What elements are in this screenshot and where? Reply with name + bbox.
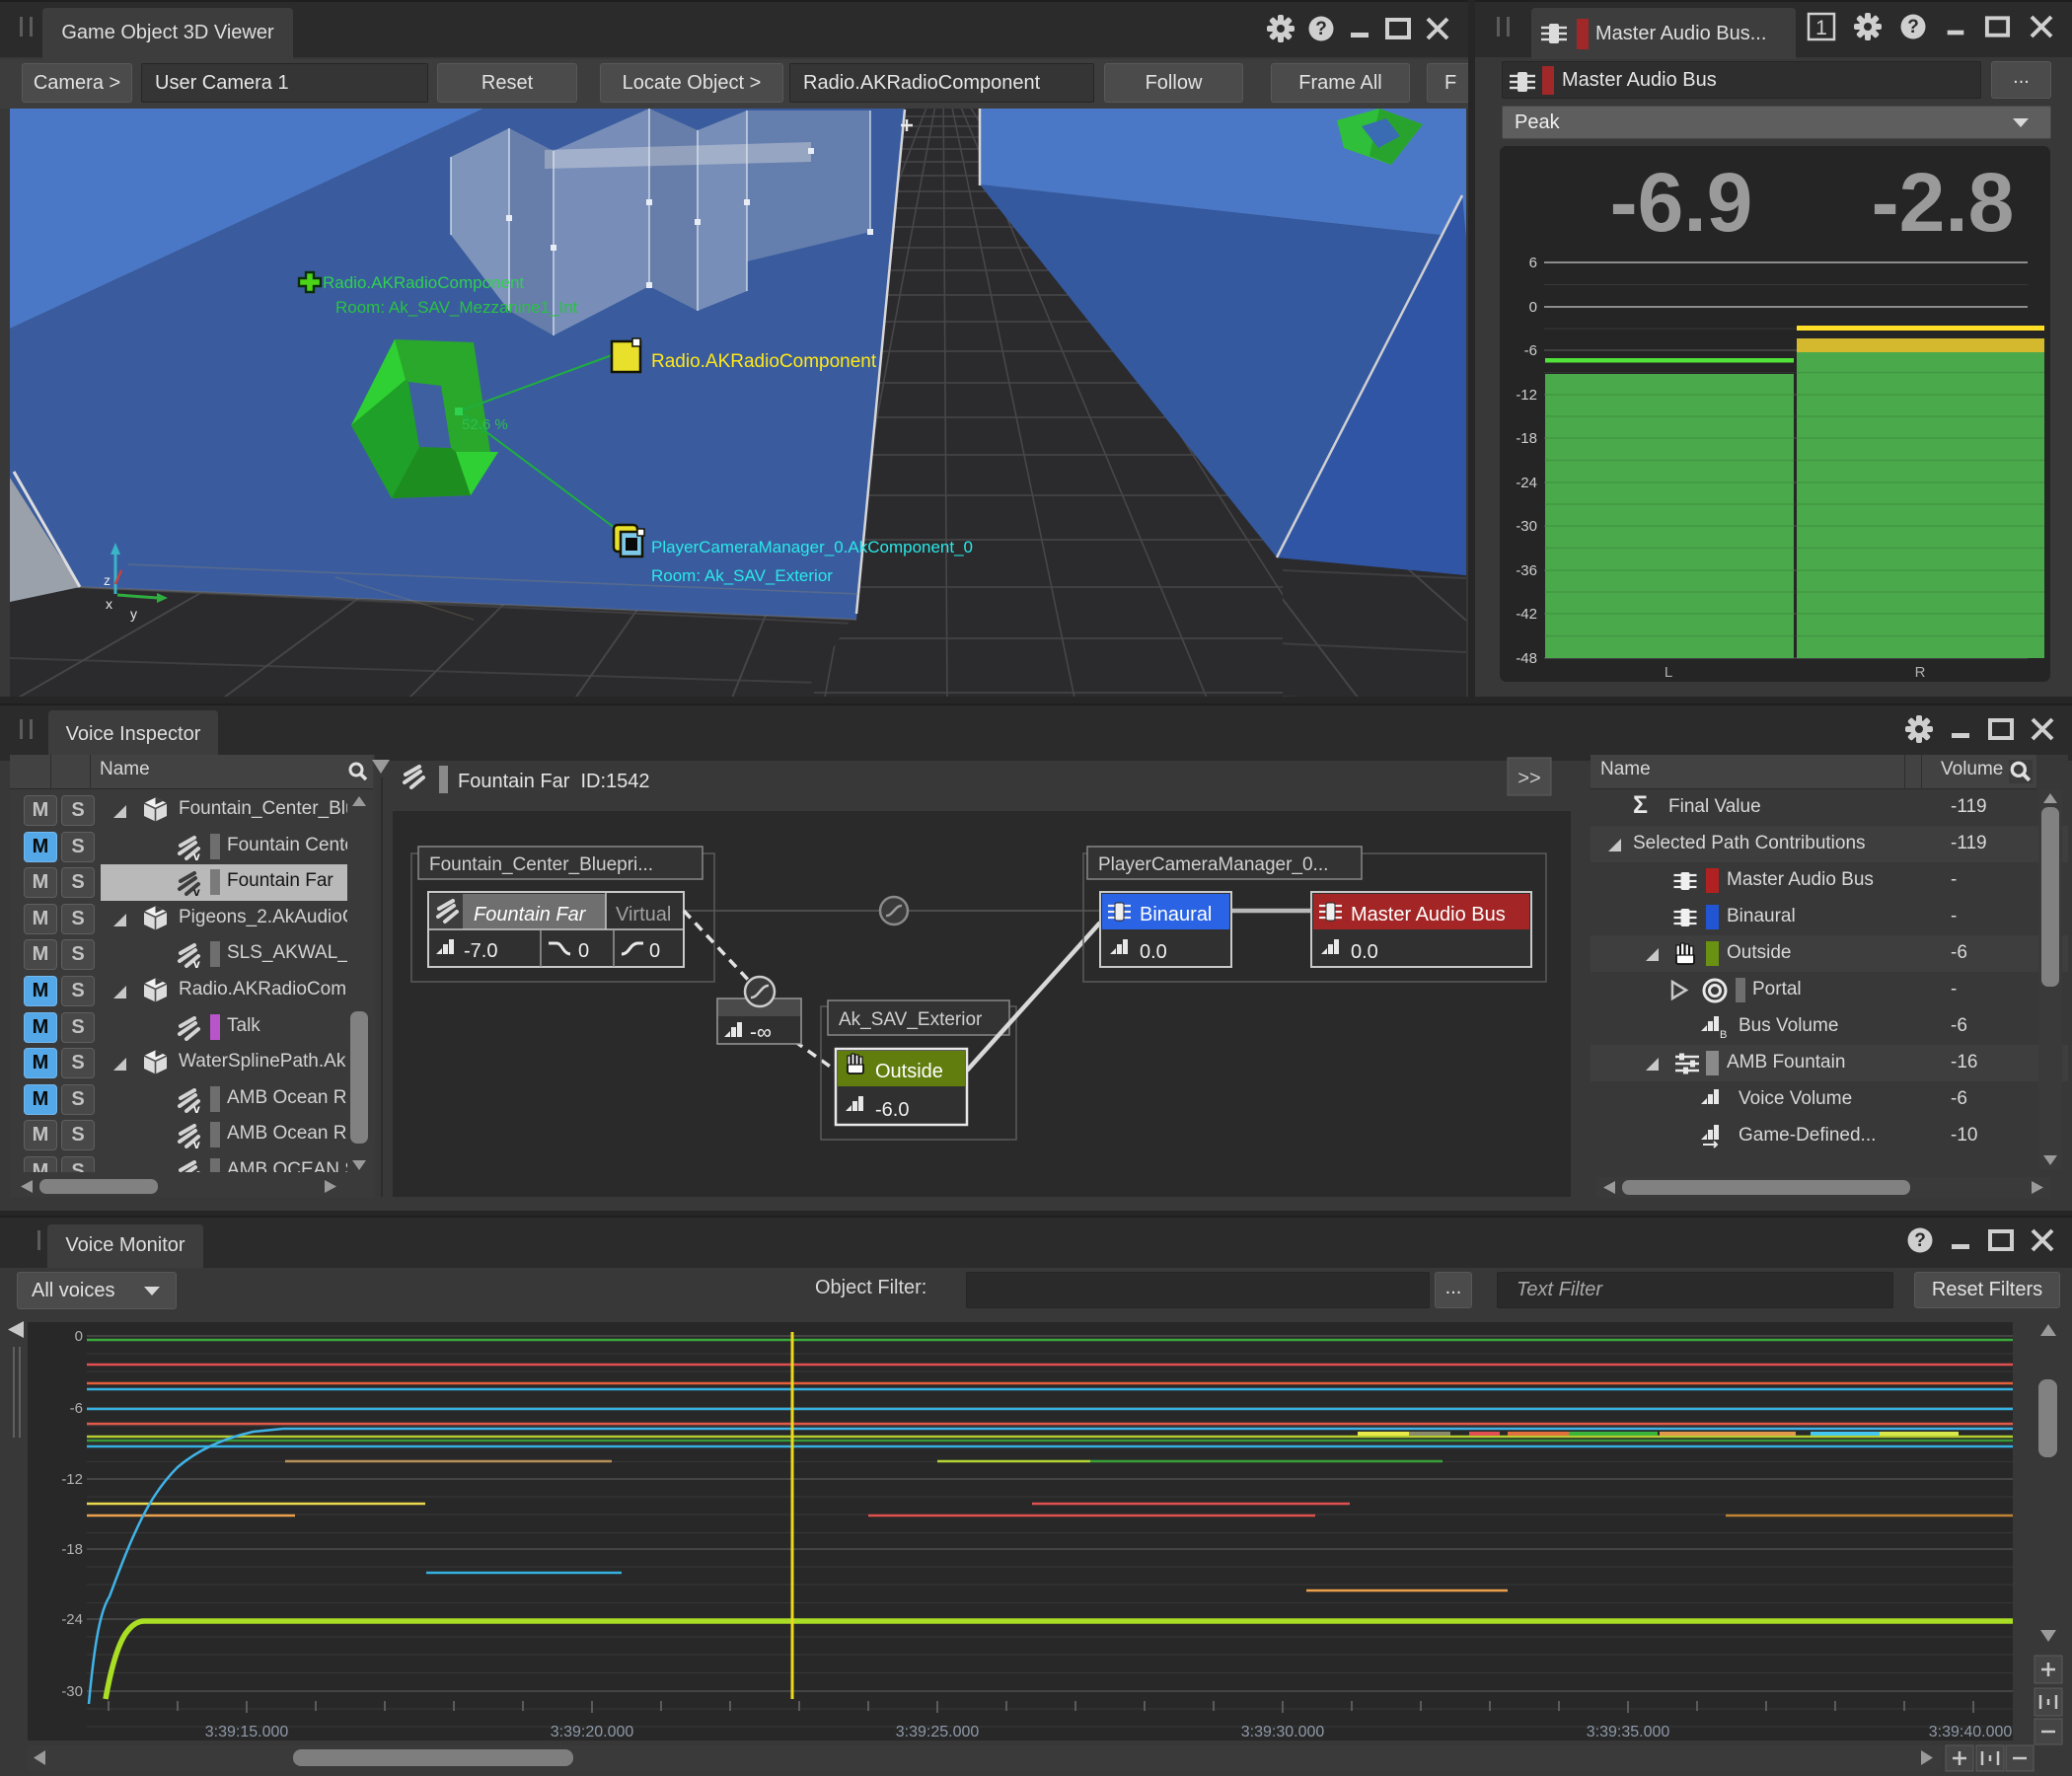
svg-text:Radio.AKRadioComponent: Radio.AKRadioComponent [323, 273, 524, 292]
svg-text:v: v [193, 850, 200, 860]
svg-text:-30: -30 [61, 1683, 83, 1700]
svg-text:?: ? [1914, 1230, 1926, 1251]
svg-text:0: 0 [1529, 299, 1537, 316]
svg-text:v: v [193, 885, 200, 896]
svg-text:-36: -36 [1516, 562, 1537, 579]
svg-text:x: x [106, 596, 112, 612]
svg-text:-6: -6 [70, 1400, 83, 1417]
svg-text:z: z [104, 572, 111, 588]
svg-text:Radio.AKRadioComponent: Radio.AKRadioComponent [651, 351, 877, 372]
svg-text:-2.8: -2.8 [1872, 156, 2015, 249]
svg-text:Ak_SAV_Exterior: Ak_SAV_Exterior [839, 1009, 983, 1030]
svg-text:R: R [1915, 664, 1926, 681]
svg-text:?: ? [1907, 17, 1919, 37]
svg-text:v: v [193, 1102, 200, 1113]
svg-text:-6: -6 [1524, 342, 1537, 359]
svg-text:-48: -48 [1516, 650, 1537, 667]
svg-text:1: 1 [1815, 17, 1827, 39]
svg-text:Room: Ak_SAV_Mezzanine1_Int: Room: Ak_SAV_Mezzanine1_Int [335, 298, 578, 317]
svg-text:PlayerCameraManager_0...: PlayerCameraManager_0... [1098, 854, 1328, 875]
svg-text:-24: -24 [61, 1611, 83, 1628]
svg-text:Room: Ak_SAV_Exterior: Room: Ak_SAV_Exterior [651, 566, 833, 585]
svg-text:3:39:40.000: 3:39:40.000 [1929, 1724, 2013, 1740]
svg-text:52.6 %: 52.6 % [462, 416, 508, 433]
svg-text:-12: -12 [1516, 387, 1537, 404]
svg-text:-18: -18 [1516, 430, 1537, 447]
svg-text:3:39:35.000: 3:39:35.000 [1587, 1724, 1670, 1740]
svg-text:Master Audio Bus: Master Audio Bus [1351, 904, 1506, 925]
svg-text:-7.0: -7.0 [464, 940, 497, 962]
svg-text:?: ? [1315, 19, 1327, 39]
svg-text:-30: -30 [1516, 518, 1537, 535]
svg-text:0.0: 0.0 [1351, 941, 1378, 963]
svg-text:>>: >> [1517, 768, 1540, 789]
svg-text:Binaural: Binaural [1140, 904, 1212, 925]
svg-text:-6.9: -6.9 [1610, 156, 1753, 249]
svg-text:0: 0 [578, 940, 589, 962]
svg-text:-∞: -∞ [750, 1021, 772, 1044]
svg-text:PlayerCameraManager_0.AkCompon: PlayerCameraManager_0.AkComponent_0 [651, 538, 973, 556]
svg-text:-42: -42 [1516, 606, 1537, 623]
svg-text:6: 6 [1529, 255, 1537, 271]
svg-text:Fountain Far: Fountain Far [474, 904, 587, 925]
svg-text:y: y [130, 606, 137, 622]
svg-text:B: B [1720, 1029, 1727, 1038]
svg-text:-12: -12 [61, 1471, 83, 1488]
svg-text:-24: -24 [1516, 475, 1537, 491]
svg-text:Virtual: Virtual [616, 904, 671, 925]
svg-text:v: v [193, 957, 200, 968]
svg-text:Fountain_Center_Bluepri...: Fountain_Center_Bluepri... [429, 854, 653, 875]
svg-text:3:39:25.000: 3:39:25.000 [896, 1724, 980, 1740]
svg-text:-6.0: -6.0 [875, 1099, 909, 1121]
svg-text:0: 0 [649, 940, 660, 962]
svg-text:0: 0 [75, 1328, 83, 1345]
svg-text:L: L [1665, 664, 1672, 681]
svg-text:Outside: Outside [875, 1061, 943, 1082]
svg-text:Fountain Far ID:1542: Fountain Far ID:1542 [458, 771, 650, 792]
svg-text:0.0: 0.0 [1140, 941, 1167, 963]
svg-text:3:39:20.000: 3:39:20.000 [551, 1724, 634, 1740]
svg-text:-18: -18 [61, 1541, 83, 1558]
svg-text:3:39:30.000: 3:39:30.000 [1241, 1724, 1325, 1740]
svg-text:3:39:15.000: 3:39:15.000 [205, 1724, 289, 1740]
svg-text:v: v [193, 1138, 200, 1148]
